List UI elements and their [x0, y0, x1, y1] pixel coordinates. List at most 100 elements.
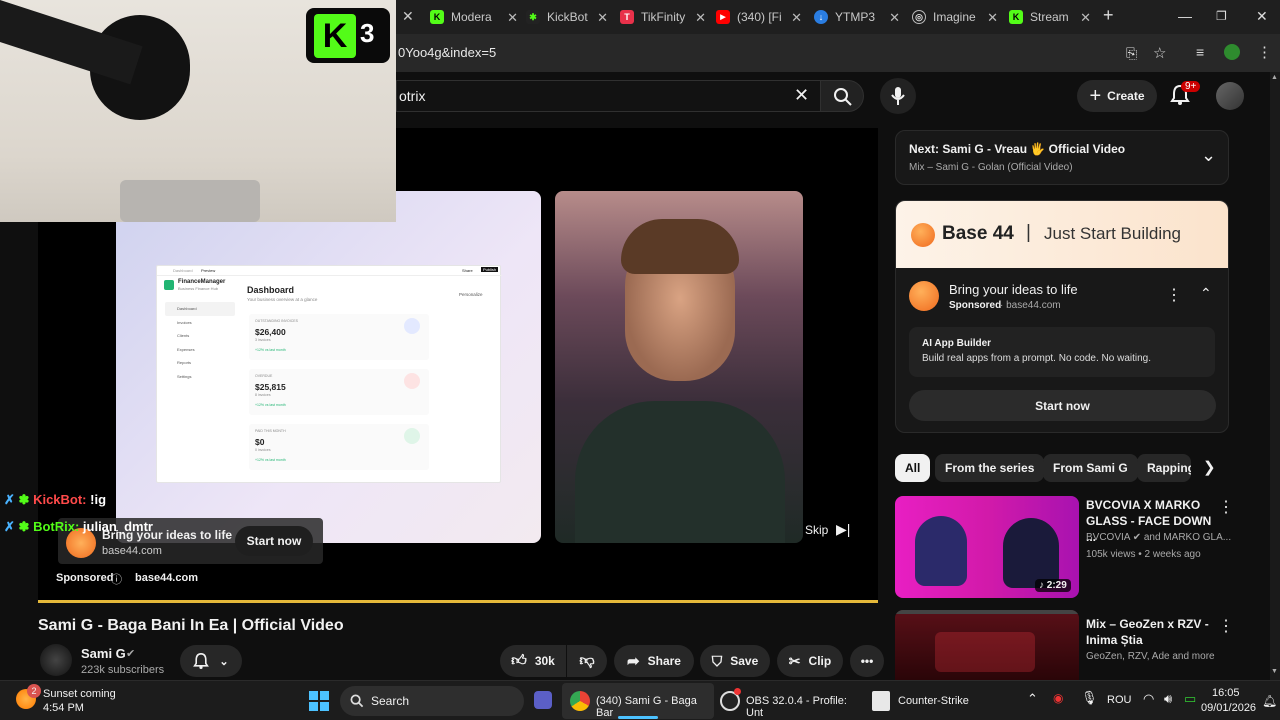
voice-search-button[interactable]: [880, 78, 916, 114]
scroll-up-icon[interactable]: ▲: [1271, 74, 1278, 81]
close-icon[interactable]: ✕: [402, 8, 414, 25]
search-button[interactable]: [820, 80, 864, 112]
record-tray-icon[interactable]: ◉: [1053, 691, 1063, 705]
channel-name[interactable]: Sami G: [81, 646, 126, 661]
save-button[interactable]: ⛉ Save: [700, 645, 770, 677]
video-thumbnail[interactable]: [895, 610, 1079, 680]
skip-ad-button[interactable]: Skip ▶|: [798, 521, 858, 541]
chevron-down-icon[interactable]: ⌄: [1201, 145, 1216, 166]
browser-tab[interactable]: T TikFinity ✕: [620, 4, 706, 30]
chevron-up-icon[interactable]: ⌃: [1027, 691, 1038, 707]
battery-icon[interactable]: ▭: [1184, 691, 1196, 707]
teams-icon[interactable]: [534, 691, 552, 709]
clock-time[interactable]: 16:05: [1212, 687, 1240, 699]
kick-overlay-badge: K 3: [306, 8, 390, 63]
up-next-panel[interactable]: Next: Sami G - Vreau 🖐 Official Video Mi…: [895, 130, 1229, 185]
scroll-down-icon[interactable]: ▼: [1271, 668, 1278, 675]
sidebar-start-now-button[interactable]: Start now: [909, 390, 1216, 421]
browser-tab-active[interactable]: ▶ (340) [Fi ✕: [716, 4, 802, 30]
clip-button[interactable]: ✂ Clip: [777, 645, 843, 677]
close-icon[interactable]: ✕: [791, 10, 802, 26]
ad-progress-bar[interactable]: [38, 600, 878, 603]
search-query-text[interactable]: otrix: [399, 88, 425, 104]
info-icon[interactable]: ⓘ: [111, 571, 122, 587]
wifi-icon[interactable]: ◠: [1143, 691, 1154, 707]
sponsored-domain[interactable]: base44.com: [135, 572, 198, 584]
subscribe-notifications-button[interactable]: ⌄: [180, 645, 242, 677]
chip-from-sami-g[interactable]: From Sami G: [1043, 454, 1138, 482]
like-button[interactable]: 👍︎ 30k: [500, 645, 566, 677]
browser-tab[interactable]: ◎ Imagine ✕: [912, 4, 998, 30]
notifications-button[interactable]: 9+: [1170, 81, 1201, 108]
page-scrollbar[interactable]: ▲ ▼: [1270, 72, 1280, 680]
taskbar-search[interactable]: Search: [340, 686, 524, 716]
clear-search-icon[interactable]: ✕: [794, 85, 809, 106]
install-app-icon[interactable]: ⎘: [1126, 45, 1137, 62]
share-button[interactable]: ➦ Share: [614, 645, 694, 677]
ad-title[interactable]: Bring your ideas to life: [949, 282, 1078, 297]
account-avatar[interactable]: [1216, 82, 1244, 110]
chip-label: All: [905, 461, 921, 475]
close-icon[interactable]: ✕: [1080, 10, 1091, 26]
clip-label: Clip: [808, 654, 832, 668]
microphone-tray-icon[interactable]: 🎙︎: [1081, 690, 1098, 706]
channel-avatar[interactable]: [40, 644, 72, 676]
youtube-icon: ▶: [716, 10, 730, 24]
video-thumbnail[interactable]: ♪ 2:29: [895, 496, 1079, 598]
dislike-button[interactable]: 👎︎: [567, 645, 607, 677]
ad-banner[interactable]: Base 44 | Just Start Building: [896, 201, 1228, 268]
language-indicator[interactable]: ROU: [1107, 694, 1131, 706]
topbar-tab: Dashboard: [173, 268, 193, 273]
new-tab-icon[interactable]: +: [1103, 5, 1114, 26]
menu-dots-icon[interactable]: ⋮: [1257, 43, 1272, 61]
volume-icon[interactable]: 🔊︎: [1164, 691, 1172, 707]
url-text[interactable]: 0Yoo4g&index=5: [398, 45, 496, 60]
chip-rapping[interactable]: Rapping: [1137, 454, 1191, 482]
ad-start-now-button[interactable]: Start now: [235, 526, 313, 556]
ad-presenter-image: [555, 191, 803, 543]
chip-from-series[interactable]: From the series: [935, 454, 1045, 482]
close-icon[interactable]: ✕: [987, 10, 998, 26]
chevron-up-icon[interactable]: ⌃: [1200, 285, 1212, 302]
more-vertical-icon[interactable]: ⋮: [1166, 285, 1182, 305]
presenter-hair: [621, 219, 739, 274]
maximize-icon[interactable]: ❐: [1216, 9, 1227, 23]
taskbar-app-obs[interactable]: OBS 32.0.4 - Profile: Unt: [716, 683, 864, 719]
taskbar-app-chrome[interactable]: (340) Sami G - Baga Bar: [562, 683, 714, 719]
profile-avatar[interactable]: [1224, 44, 1240, 60]
weather-title[interactable]: Sunset coming: [43, 688, 116, 700]
mic-arm: [0, 0, 143, 85]
windows-start-icon[interactable]: [309, 691, 329, 711]
ad-brand: Base 44: [942, 223, 1014, 244]
close-icon[interactable]: ✕: [597, 10, 608, 26]
video-card-title[interactable]: Mix – GeoZen x RZV - Inima Știa: [1086, 616, 1216, 648]
more-actions-button[interactable]: •••: [850, 645, 884, 677]
ad-domain-line: · base44.com: [1000, 300, 1061, 311]
close-icon[interactable]: ✕: [695, 10, 706, 26]
create-button[interactable]: + Create: [1077, 80, 1157, 112]
taskbar-app-cs[interactable]: Counter-Strike: [866, 683, 986, 719]
chevron-right-icon[interactable]: ❯: [1203, 458, 1216, 476]
browser-tab[interactable]: ↓ YTMP3 ✕: [814, 4, 900, 30]
chat-line: ✗ ✽ BotRix: julian_dmtr: [4, 519, 153, 535]
search-input[interactable]: otrix: [396, 80, 820, 112]
browser-tab[interactable]: K Stream ✕: [1009, 4, 1091, 30]
chip-all[interactable]: All: [895, 454, 931, 482]
chat-username: BotRix:: [33, 519, 80, 534]
close-icon[interactable]: ✕: [889, 10, 900, 26]
close-icon[interactable]: ✕: [507, 10, 518, 26]
window-close-icon[interactable]: ✕: [1256, 8, 1268, 25]
more-vertical-icon[interactable]: ⋮: [1218, 497, 1234, 517]
notification-bell-icon[interactable]: 🔔︎: [1262, 694, 1277, 708]
media-controls-icon[interactable]: ≡: [1196, 44, 1204, 60]
more-vertical-icon[interactable]: ⋮: [1218, 616, 1234, 636]
minimize-icon[interactable]: —: [1178, 8, 1192, 24]
browser-tab[interactable]: ✱ KickBot ✕: [526, 4, 608, 30]
dashboard-topbar: Dashboard Preview Share Publish: [157, 266, 502, 276]
sword-icon: ✗: [4, 519, 15, 534]
bookmark-star-icon[interactable]: ☆: [1153, 44, 1166, 62]
card-label: OUTSTANDING INVOICES: [255, 319, 298, 323]
clock-date[interactable]: 09/01/2026: [1201, 702, 1256, 714]
base44-logo: [911, 223, 935, 247]
browser-tab[interactable]: K Modera ✕: [430, 4, 518, 30]
